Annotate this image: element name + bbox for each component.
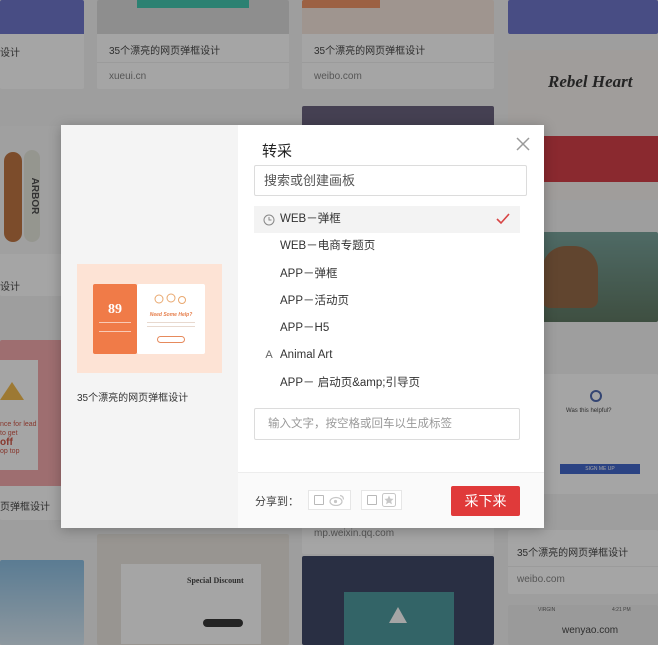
submit-button[interactable]: 采下来 bbox=[451, 486, 520, 516]
pin-preview-image: 89 Need Some Help? bbox=[77, 264, 222, 373]
preview-caption: 35个漂亮的网页弹框设计 bbox=[77, 393, 189, 404]
board-item[interactable]: A Animal Art bbox=[254, 342, 520, 369]
board-label: Animal Art bbox=[280, 349, 333, 362]
board-label: APP－ 启动页&amp;引导页 bbox=[280, 376, 420, 389]
share-label: 分享到： bbox=[255, 496, 299, 508]
balloons-icon bbox=[154, 293, 186, 304]
board-label: WEB－弹框 bbox=[280, 213, 341, 225]
modal-form: 转采 搜索或创建画板 WEB－弹框 WEB－电商专题页 APP－弹框 APP－活… bbox=[238, 125, 544, 528]
modal-footer: 分享到： 采下来 bbox=[238, 472, 544, 528]
share-qzone-option[interactable] bbox=[361, 490, 402, 510]
repin-modal: 89 Need Some Help? 35个漂亮的网页弹框设计 转采 搜索或创建… bbox=[61, 125, 544, 528]
board-item[interactable]: APP－ 启动页&amp;引导页 bbox=[254, 370, 520, 397]
share-qzone-checkbox[interactable] bbox=[367, 495, 377, 505]
preview-headline: Need Some Help? bbox=[149, 312, 193, 318]
board-item[interactable]: WEB－电商专题页 bbox=[254, 233, 520, 260]
board-search-input[interactable]: 搜索或创建画板 bbox=[254, 165, 527, 196]
preview-number: 89 bbox=[108, 302, 122, 317]
share-weibo-checkbox[interactable] bbox=[314, 495, 324, 505]
board-item[interactable]: APP－活动页 bbox=[254, 288, 520, 315]
board-item[interactable]: APP－H5 bbox=[254, 315, 520, 342]
close-icon[interactable] bbox=[514, 135, 532, 153]
letter-a-icon: A bbox=[265, 349, 273, 362]
clock-icon bbox=[262, 206, 276, 233]
share-weibo-option[interactable] bbox=[308, 490, 351, 510]
board-list: WEB－弹框 WEB－电商专题页 APP－弹框 APP－活动页 APP－H5 A… bbox=[254, 206, 520, 397]
modal-preview-panel: 89 Need Some Help? 35个漂亮的网页弹框设计 bbox=[61, 125, 238, 528]
board-label: APP－活动页 bbox=[280, 294, 350, 307]
weibo-icon bbox=[329, 494, 345, 506]
check-icon bbox=[496, 213, 510, 225]
board-item[interactable]: WEB－弹框 bbox=[254, 206, 520, 234]
qzone-icon bbox=[382, 493, 396, 507]
modal-title: 转采 bbox=[262, 143, 293, 160]
board-item[interactable]: APP－弹框 bbox=[254, 261, 520, 288]
board-label: APP－弹框 bbox=[280, 267, 338, 280]
board-label: WEB－电商专题页 bbox=[280, 240, 376, 253]
tag-input[interactable]: 输入文字，按空格或回车以生成标签 bbox=[254, 408, 520, 440]
board-label: APP－H5 bbox=[280, 322, 330, 335]
